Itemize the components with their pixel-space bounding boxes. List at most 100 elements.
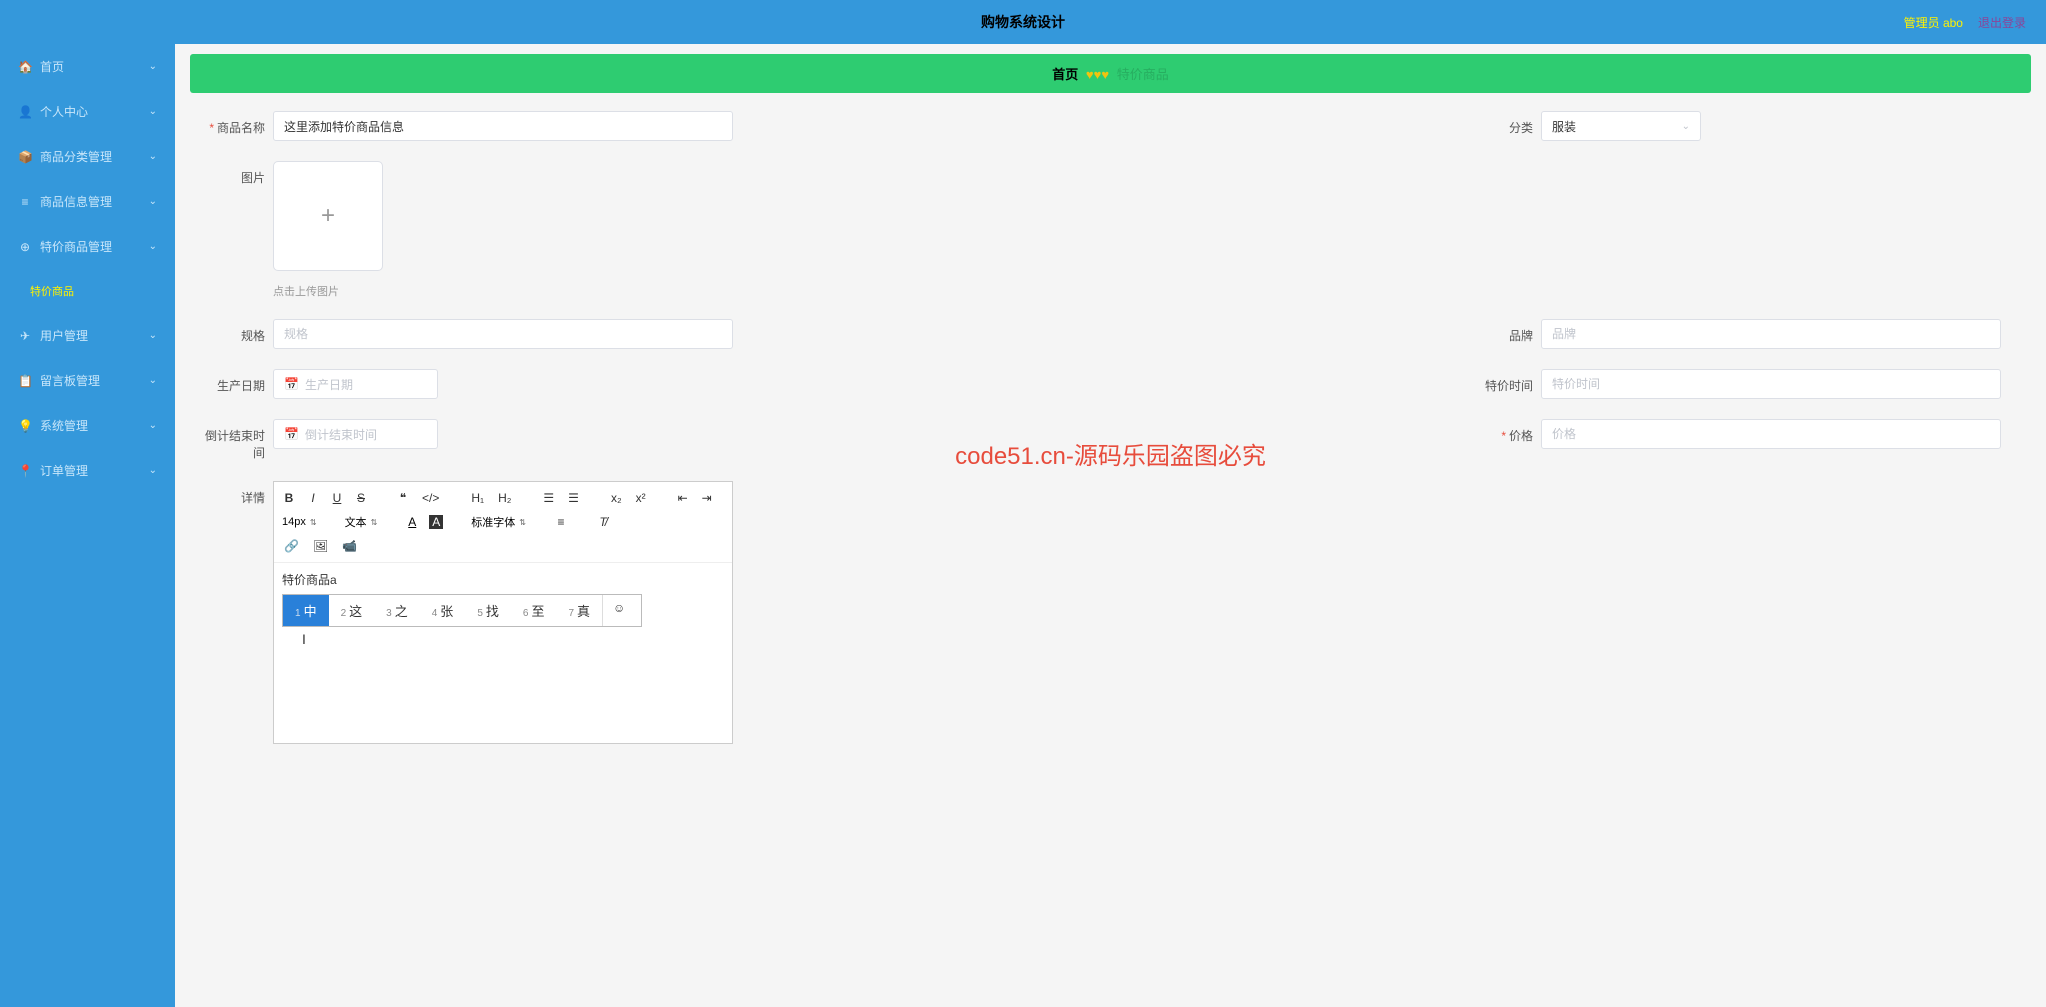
sidebar-label: 留言板管理 xyxy=(40,372,100,389)
product-name-input[interactable] xyxy=(273,111,733,141)
sidebar-item-profile[interactable]: 👤个人中心⌄ xyxy=(0,89,175,134)
admin-label[interactable]: 管理员 abo xyxy=(1904,14,1963,31)
text-color-button[interactable]: A xyxy=(405,513,419,531)
editor-toolbar: B I U S ❝ </> H₁ H₂ ☰ xyxy=(274,482,732,563)
special-time-label: 特价时间 xyxy=(1468,369,1533,394)
ime-candidate[interactable]: 4张 xyxy=(420,595,466,626)
link-button[interactable]: 🔗 xyxy=(282,537,301,555)
sidebar-label: 用户管理 xyxy=(40,327,88,344)
product-name-label: *商品名称 xyxy=(200,111,265,136)
sidebar-item-users[interactable]: ✈用户管理⌄ xyxy=(0,313,175,358)
ime-candidates: 1中 2这 3之 4张 5找 6至 7真 ☺ xyxy=(282,594,642,627)
chevron-down-icon: ⌄ xyxy=(149,465,157,476)
subscript-button[interactable]: x₂ xyxy=(609,489,624,507)
italic-button[interactable]: I xyxy=(306,489,320,507)
user-icon: 👤 xyxy=(18,105,32,119)
ol-button[interactable]: ☰ xyxy=(541,489,556,507)
sidebar-item-system[interactable]: 💡系统管理⌄ xyxy=(0,403,175,448)
sidebar-item-category[interactable]: 📦 商品分类管理 ⌄ xyxy=(0,134,175,179)
price-label: *价格 xyxy=(1468,419,1533,444)
chevron-down-icon: ⌄ xyxy=(149,375,157,386)
format-select[interactable]: 文本⇅ xyxy=(345,514,378,530)
indent-button[interactable]: ⇤ xyxy=(676,489,690,507)
logout-link[interactable]: 退出登录 xyxy=(1978,14,2026,31)
app-title: 购物系统设计 xyxy=(981,12,1065,32)
superscript-button[interactable]: x² xyxy=(634,489,648,507)
chevron-down-icon: ⌄ xyxy=(149,106,157,117)
chevron-down-icon: ⌄ xyxy=(149,196,157,207)
chevron-down-icon: ⌄ xyxy=(1682,121,1690,132)
plus-circle-icon: ⊕ xyxy=(18,240,32,254)
outdent-button[interactable]: ⇥ xyxy=(700,489,714,507)
sidebar-label: 首页 xyxy=(40,58,64,75)
home-icon: 🏠 xyxy=(18,60,32,74)
chevron-down-icon: ⌄ xyxy=(149,151,157,162)
spec-input[interactable] xyxy=(273,319,733,349)
brand-label: 品牌 xyxy=(1468,319,1533,344)
sidebar-item-messages[interactable]: 📋 留言板管理 ⌄ xyxy=(0,358,175,403)
brand-input[interactable] xyxy=(1541,319,2001,349)
breadcrumb-home[interactable]: 首页 xyxy=(1052,67,1078,82)
main-content: 首页 ♥♥♥ 特价商品 *商品名称 分类 服装⌄ 图片 + xyxy=(175,44,2046,1007)
sidebar-item-orders[interactable]: 📍订单管理⌄ xyxy=(0,448,175,493)
sidebar-label: 订单管理 xyxy=(40,462,88,479)
plus-icon: + xyxy=(321,202,335,230)
video-button[interactable]: 📹 xyxy=(340,537,359,555)
category-label: 分类 xyxy=(1468,111,1533,136)
chevron-down-icon: ⌄ xyxy=(149,330,157,341)
detail-label: 详情 xyxy=(200,481,265,506)
box-icon: 📦 xyxy=(18,150,32,164)
strike-button[interactable]: S xyxy=(354,489,368,507)
sidebar-label: 商品信息管理 xyxy=(40,193,112,210)
ime-candidate[interactable]: 6至 xyxy=(511,595,557,626)
image-upload[interactable]: + xyxy=(273,161,383,271)
h1-button[interactable]: H₁ xyxy=(469,489,486,507)
clear-format-button[interactable]: T̸ xyxy=(596,513,610,531)
editor-content[interactable]: 特价商品a 1中 2这 3之 4张 5找 6至 7真 ☺ xyxy=(274,563,732,743)
production-date-input[interactable]: 📅生产日期 xyxy=(273,369,438,399)
clipboard-icon: 📋 xyxy=(18,374,32,388)
sidebar-label: 特价商品管理 xyxy=(40,238,112,255)
image-label: 图片 xyxy=(200,161,265,186)
code-button[interactable]: </> xyxy=(420,489,441,507)
sidebar-label: 商品分类管理 xyxy=(40,148,112,165)
list-icon: ≡ xyxy=(18,195,32,209)
ul-button[interactable]: ☰ xyxy=(566,489,581,507)
h2-button[interactable]: H₂ xyxy=(496,489,513,507)
image-button[interactable]: 🖼 xyxy=(311,537,330,555)
sidebar: 🏠 首页 ⌄ 👤个人中心⌄ 📦 商品分类管理 ⌄ ≡ 商品信息管理 ⌄ ⊕ 特价商品管理 ⌄ 特… xyxy=(0,44,175,1007)
bg-color-button[interactable]: A xyxy=(429,515,443,529)
quote-button[interactable]: ❝ xyxy=(396,489,410,507)
ime-candidate[interactable]: 1中 xyxy=(283,595,329,626)
font-family-select[interactable]: 标准字体⇅ xyxy=(471,514,526,530)
price-input[interactable] xyxy=(1541,419,2001,449)
align-button[interactable]: ≡ xyxy=(554,513,568,531)
countdown-input[interactable]: 📅倒计结束时间 xyxy=(273,419,438,449)
bulb-icon: 💡 xyxy=(18,419,32,433)
special-time-input[interactable] xyxy=(1541,369,2001,399)
upload-hint: 点击上传图片 xyxy=(273,283,383,299)
ime-candidate[interactable]: 2这 xyxy=(329,595,375,626)
spec-label: 规格 xyxy=(200,319,265,344)
hearts-icon: ♥♥♥ xyxy=(1086,67,1109,82)
text-cursor-icon: I xyxy=(302,631,724,647)
category-select[interactable]: 服装⌄ xyxy=(1541,111,1701,141)
breadcrumb-current: 特价商品 xyxy=(1117,67,1169,82)
sidebar-label: 系统管理 xyxy=(40,417,88,434)
countdown-label: 倒计结束时间 xyxy=(200,419,265,461)
calendar-icon: 📅 xyxy=(284,427,299,441)
ime-candidate[interactable]: 3之 xyxy=(374,595,420,626)
sidebar-item-products[interactable]: ≡ 商品信息管理 ⌄ xyxy=(0,179,175,224)
sidebar-item-home[interactable]: 🏠 首页 ⌄ xyxy=(0,44,175,89)
underline-button[interactable]: U xyxy=(330,489,344,507)
ime-emoji-button[interactable]: ☺ xyxy=(602,595,635,626)
production-date-label: 生产日期 xyxy=(200,369,265,394)
ime-candidate[interactable]: 5找 xyxy=(465,595,511,626)
sidebar-item-special-product[interactable]: 特价商品 xyxy=(0,269,175,313)
ime-candidate[interactable]: 7真 xyxy=(556,595,602,626)
font-size-select[interactable]: 14px⇅ xyxy=(282,516,317,528)
bold-button[interactable]: B xyxy=(282,489,296,507)
calendar-icon: 📅 xyxy=(284,377,299,391)
sidebar-item-special[interactable]: ⊕特价商品管理⌄ xyxy=(0,224,175,269)
chevron-down-icon: ⌄ xyxy=(149,61,157,72)
